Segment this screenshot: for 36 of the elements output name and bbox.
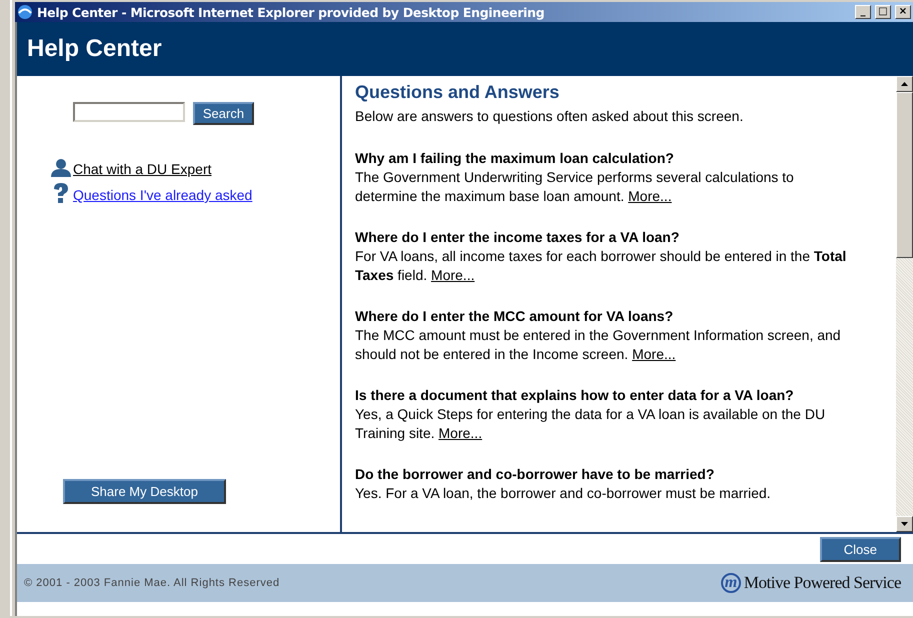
help-link[interactable]: Chat with a DU Expert — [73, 161, 212, 177]
browser-icon — [17, 4, 33, 20]
more-link[interactable]: More... — [632, 346, 676, 362]
more-link[interactable]: More... — [628, 188, 672, 204]
help-link[interactable]: Questions I've already asked — [73, 187, 252, 203]
logo-mark: m — [720, 573, 741, 593]
more-link[interactable]: More... — [431, 267, 475, 283]
down-arrow-icon — [901, 522, 908, 526]
question-text: Do the borrower and co-borrower have to be married? — [355, 465, 716, 484]
search-button[interactable]: Search — [192, 102, 254, 125]
logo-text: Motive Powered Service — [744, 573, 901, 593]
question-text: Where do I enter the MCC amount for VA loans? — [355, 307, 674, 326]
answer-text: Yes. For a VA loan, the borrower and co-borrower must be married. — [355, 484, 772, 503]
window-control-button[interactable]: _ — [855, 5, 871, 19]
question-mark-icon — [51, 183, 71, 203]
window-title: Help Center - Microsoft Internet Explorer provided by Desktop Engineering — [37, 4, 546, 20]
answer-text: Yes, a Quick Steps for entering the data for a VA loan is available on the DU Training site. More... — [355, 405, 826, 443]
question-text: Is there a document that explains how to enter data for a VA loan? — [355, 386, 795, 405]
more-link[interactable]: More... — [438, 425, 482, 441]
up-arrow-icon — [901, 82, 908, 86]
answer-text: The Government Underwriting Service performs several calculations to determine the maximum base loan amount. More... — [355, 168, 795, 206]
question-text: Why am I failing the maximum loan calculation? — [355, 149, 675, 168]
intro-text: Below are answers to questions often asked about this screen. — [355, 108, 744, 124]
person-icon — [51, 159, 71, 177]
scrollbar[interactable] — [896, 76, 913, 532]
close-button[interactable]: Close — [820, 536, 901, 562]
section-title: Questions and Answers — [355, 82, 560, 103]
window-control-button[interactable]: × — [895, 5, 911, 19]
answer-text: The MCC amount must be entered in the Government Information screen, and should not be entered in the Income screen. More... — [355, 326, 842, 364]
share-desktop-button[interactable]: Share My Desktop — [63, 479, 226, 504]
search-field[interactable] — [72, 102, 185, 122]
question-text: Where do I enter the income taxes for a VA loan? — [355, 228, 680, 247]
answer-text: For VA loans, all income taxes for each borrower should be entered in the Total Taxes field. More... — [355, 247, 848, 285]
window-control-button[interactable]: □ — [875, 5, 891, 19]
copyright-text: © 2001 - 2003 Fannie Mae. All Rights Reserved — [24, 577, 280, 589]
page-title: Help Center — [27, 35, 162, 63]
